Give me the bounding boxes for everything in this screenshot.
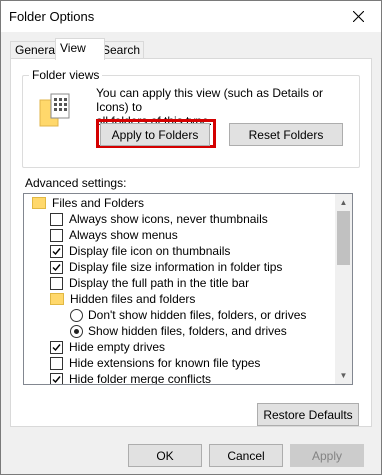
scrollbar[interactable]: ▲ ▼ (335, 194, 352, 384)
close-icon (352, 11, 364, 22)
settings-option-label: Display file size information in folder … (69, 260, 283, 274)
checkbox[interactable] (50, 228, 63, 242)
advanced-settings-label: Advanced settings: (25, 176, 127, 190)
view-tab-panel: Folder views You can apply this view (su… (10, 58, 372, 427)
settings-option-label: Hide extensions for known file types (69, 356, 261, 370)
scroll-down-icon[interactable]: ▼ (335, 367, 352, 384)
settings-option-label: Hide empty drives (69, 340, 166, 354)
advanced-settings-list[interactable]: ▲ ▼ Files and Folders Always show icons, … (23, 193, 353, 385)
check-icon (52, 343, 61, 351)
ok-button[interactable]: OK (128, 444, 202, 467)
folder-views-description-line1: You can apply this view (such as Details… (96, 86, 324, 114)
settings-option[interactable]: Display file size information in folder … (24, 259, 282, 275)
settings-option[interactable]: Display the full path in the title bar (24, 275, 249, 291)
settings-option-label: Show hidden files, folders, and drives (88, 324, 287, 338)
settings-option[interactable]: Show hidden files, folders, and drives (24, 323, 287, 339)
settings-option[interactable]: Hide extensions for known file types (24, 355, 260, 371)
radio-dot (74, 328, 79, 334)
checkbox[interactable] (50, 356, 63, 370)
checkbox[interactable] (50, 260, 63, 274)
apply-to-folders-button[interactable]: Apply to Folders (100, 123, 210, 146)
check-icon (52, 375, 61, 383)
tab-view[interactable]: View (55, 38, 105, 60)
checkbox[interactable] (50, 212, 63, 226)
checkbox[interactable] (50, 372, 63, 384)
radio-button[interactable] (70, 324, 83, 338)
folder-options-dialog: Folder Options General View Search Folde… (0, 0, 382, 475)
check-icon (52, 263, 61, 271)
folder-icon (32, 197, 46, 209)
settings-option[interactable]: Don't show hidden files, folders, or dri… (24, 307, 306, 323)
settings-option[interactable]: Hide empty drives (24, 339, 165, 355)
settings-option-label: Hidden files and folders (70, 292, 196, 306)
settings-option-label: Always show menus (69, 228, 178, 242)
close-button[interactable] (335, 1, 381, 32)
scroll-up-icon[interactable]: ▲ (335, 194, 352, 211)
settings-option[interactable]: Hide folder merge conflicts (24, 371, 212, 385)
settings-option-label: Files and Folders (52, 196, 145, 210)
checkbox[interactable] (50, 340, 63, 354)
cancel-button[interactable]: Cancel (209, 444, 283, 467)
settings-option[interactable]: Display file icon on thumbnails (24, 243, 230, 259)
settings-option-label: Don't show hidden files, folders, or dri… (88, 308, 307, 322)
folder-views-legend: Folder views (29, 68, 103, 82)
checkbox[interactable] (50, 276, 63, 290)
settings-option-label: Always show icons, never thumbnails (69, 212, 268, 226)
settings-option[interactable]: Always show menus (24, 227, 178, 243)
settings-option-label: Hide folder merge conflicts (69, 372, 212, 385)
folder-view-icon (39, 93, 70, 127)
reset-folders-button[interactable]: Reset Folders (229, 123, 343, 146)
settings-category: Files and Folders (24, 195, 144, 211)
apply-button[interactable]: Apply (290, 444, 364, 467)
scroll-thumb[interactable] (337, 211, 350, 265)
settings-category: Hidden files and folders (24, 291, 195, 307)
folder-icon (50, 293, 64, 305)
settings-option-label: Display file icon on thumbnails (69, 244, 231, 258)
settings-option-label: Display the full path in the title bar (69, 276, 250, 290)
title-bar: Folder Options (1, 1, 381, 32)
restore-defaults-button[interactable]: Restore Defaults (257, 403, 359, 426)
settings-option[interactable]: Always show icons, never thumbnails (24, 211, 268, 227)
folder-views-group: Folder views You can apply this view (su… (22, 68, 360, 168)
radio-button[interactable] (70, 308, 83, 322)
window-title: Folder Options (9, 9, 95, 24)
check-icon (52, 247, 61, 255)
checkbox[interactable] (50, 244, 63, 258)
